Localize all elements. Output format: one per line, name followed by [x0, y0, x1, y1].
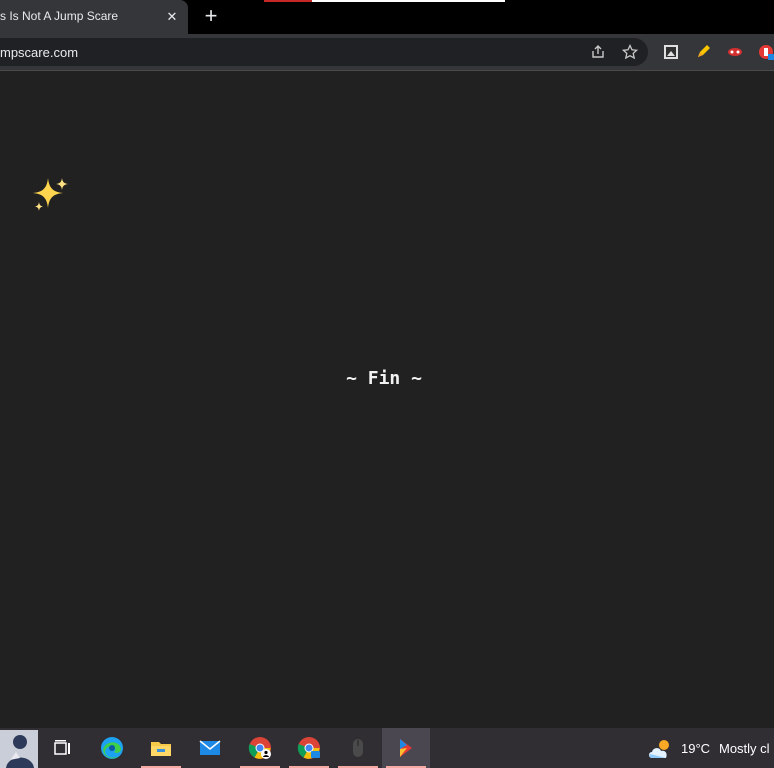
folder-icon	[151, 742, 171, 756]
sparkles-icon	[33, 178, 68, 211]
taskbar-mouse-app[interactable]	[334, 728, 382, 768]
url-text[interactable]: mpscare.com	[0, 45, 78, 60]
taskbar-chrome-profile-1[interactable]	[236, 728, 284, 768]
taskbar-task-view[interactable]	[38, 728, 86, 768]
active-tab[interactable]: s Is Not A Jump Scare ✕	[0, 0, 188, 34]
chrome-icon	[248, 737, 271, 759]
share-icon[interactable]	[590, 44, 606, 60]
fin-text: ~ Fin ~	[346, 368, 422, 389]
mail-icon	[199, 740, 221, 755]
weather-temperature[interactable]: 19°C	[681, 741, 710, 756]
chrome-icon	[297, 737, 320, 759]
pencil-extension-icon[interactable]	[695, 44, 711, 60]
tab-strip: s Is Not A Jump Scare ✕ +	[0, 0, 774, 34]
mask-extension-icon[interactable]	[727, 44, 743, 60]
extension-icon[interactable]	[663, 44, 679, 60]
taskbar-edge[interactable]	[88, 728, 136, 768]
red-extension-icon[interactable]	[758, 44, 774, 60]
bookmark-star-icon[interactable]	[621, 43, 639, 60]
taskbar-chrome-profile-2[interactable]	[285, 728, 333, 768]
new-tab-button[interactable]: +	[200, 5, 222, 27]
address-bar[interactable]: mpscare.com	[0, 38, 648, 66]
browser-toolbar: mpscare.com	[0, 34, 774, 71]
tab-title: s Is Not A Jump Scare	[0, 9, 119, 23]
weather-condition[interactable]: Mostly cl	[719, 741, 774, 756]
task-view-icon	[54, 740, 70, 755]
avatar-icon	[0, 730, 38, 768]
bluestacks-icon	[400, 739, 412, 757]
page-content: ~ Fin ~	[0, 71, 774, 728]
edge-icon	[101, 737, 123, 759]
close-tab-icon[interactable]: ✕	[163, 8, 181, 26]
taskbar-bluestacks[interactable]	[382, 728, 430, 768]
taskbar: 19°C Mostly cl	[0, 728, 774, 768]
window-top-strip	[264, 0, 505, 2]
mouse-icon	[353, 739, 363, 757]
taskbar-file-explorer[interactable]	[137, 728, 185, 768]
weather-partly-cloudy-icon[interactable]	[647, 737, 675, 761]
taskbar-mail[interactable]	[186, 728, 234, 768]
